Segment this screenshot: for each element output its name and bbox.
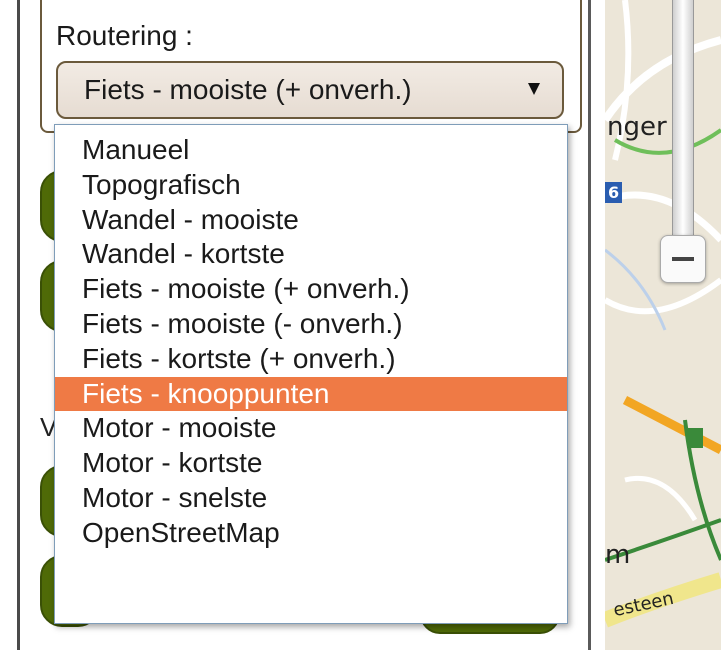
routing-option-topografisch[interactable]: Topografisch — [55, 168, 567, 203]
routing-option-fiets-kortste[interactable]: Fiets - kortste (+ onverh.) — [55, 342, 567, 377]
panel-left-border — [17, 0, 20, 650]
routing-option-motor-snelste[interactable]: Motor - snelste — [55, 481, 567, 516]
map-place-label-bottom: m — [605, 540, 631, 570]
zoom-out-button[interactable] — [660, 235, 706, 283]
map-place-label: nger — [607, 112, 667, 142]
routing-option-openstreetmap[interactable]: OpenStreetMap — [55, 516, 567, 551]
zoom-slider-track[interactable] — [672, 0, 694, 238]
routing-option-fiets-knooppunten[interactable]: Fiets - knooppunten — [55, 376, 567, 412]
routing-option-wandel-kortste[interactable]: Wandel - kortste — [55, 237, 567, 272]
minus-icon — [672, 257, 694, 261]
routing-select[interactable]: Fiets - mooiste (+ onverh.) — [56, 61, 564, 119]
routing-label: Routering : — [56, 20, 193, 51]
routing-dropdown-list: Manueel Topografisch Wandel - mooiste Wa… — [54, 124, 568, 624]
routing-option-fiets-mooiste-plus[interactable]: Fiets - mooiste (+ onverh.) — [55, 272, 567, 307]
routing-option-motor-kortste[interactable]: Motor - kortste — [55, 446, 567, 481]
dropdown-arrow-icon — [528, 83, 540, 95]
sidebar-panel: Routering : Fiets - mooiste (+ onverh.) … — [0, 0, 605, 650]
panel-right-border — [588, 0, 591, 650]
routing-option-wandel-mooiste[interactable]: Wandel - mooiste — [55, 203, 567, 238]
routing-option-motor-mooiste[interactable]: Motor - mooiste — [55, 411, 567, 446]
map-route-badge: 6 — [605, 182, 623, 203]
routing-select-value: Fiets - mooiste (+ onverh.) — [84, 74, 412, 105]
routing-option-fiets-mooiste-minus[interactable]: Fiets - mooiste (- onverh.) — [55, 307, 567, 342]
map-view[interactable]: nger 6 m esteen — [605, 0, 721, 650]
routing-option-manueel[interactable]: Manueel — [55, 133, 567, 168]
